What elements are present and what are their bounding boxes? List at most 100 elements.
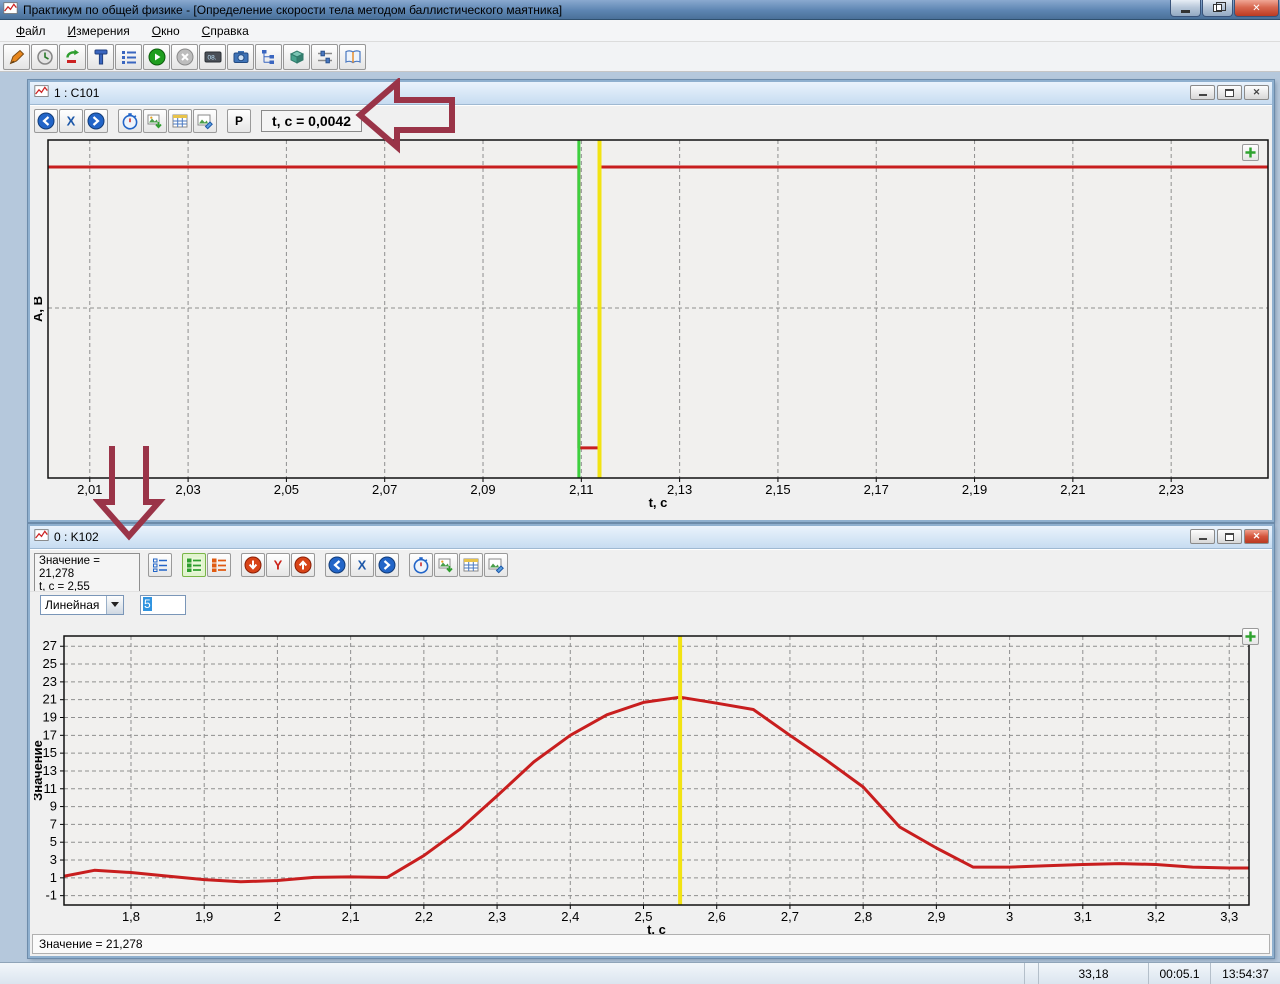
restore-button[interactable] xyxy=(1202,0,1233,17)
app-icon xyxy=(3,1,18,19)
snapshot-button[interactable] xyxy=(227,44,254,70)
scroll-left-button[interactable] xyxy=(34,109,58,133)
svg-text:2: 2 xyxy=(274,909,281,924)
svg-text:08.: 08. xyxy=(207,54,216,61)
k102-close-button[interactable]: ✕ xyxy=(1244,529,1269,544)
c101-minimize-button[interactable] xyxy=(1190,85,1215,100)
clear-button[interactable]: X xyxy=(59,109,83,133)
svg-text:t, c: t, c xyxy=(649,495,668,510)
c101-zoom-in-button[interactable] xyxy=(1242,144,1259,161)
combo-drop-button[interactable] xyxy=(106,596,123,614)
menu-window[interactable]: Окно xyxy=(145,22,187,40)
svg-text:2,3: 2,3 xyxy=(488,909,506,924)
svg-text:3,2: 3,2 xyxy=(1147,909,1165,924)
experiment-tree-button[interactable] xyxy=(255,44,282,70)
c101-restore-button[interactable] xyxy=(1217,85,1242,100)
tree-icon xyxy=(260,48,278,66)
svg-text:Y: Y xyxy=(274,558,283,573)
minimize-icon xyxy=(1199,94,1207,96)
svg-text:1,8: 1,8 xyxy=(122,909,140,924)
points-input-value: 5 xyxy=(143,597,152,611)
svg-text:2,23: 2,23 xyxy=(1159,482,1184,497)
camera-icon xyxy=(232,48,250,66)
svg-text:19: 19 xyxy=(43,710,57,725)
device-clock-button[interactable] xyxy=(31,44,58,70)
scroll-right-button[interactable] xyxy=(84,109,108,133)
k102-zoom-in-button[interactable] xyxy=(1242,628,1259,645)
data-table-button[interactable] xyxy=(459,553,483,577)
stopwatch-button[interactable] xyxy=(409,553,433,577)
chevron-down-icon xyxy=(111,602,119,607)
autoscale-y-button[interactable]: Y xyxy=(266,553,290,577)
stop-measurement-button[interactable] xyxy=(171,44,198,70)
c101-toolbar: XPt, c = 0,0042 xyxy=(30,105,1272,133)
points-input[interactable]: 5 xyxy=(140,595,186,615)
export-image-button[interactable] xyxy=(434,553,458,577)
display-panel-button[interactable]: 08. xyxy=(199,44,226,70)
minimize-icon xyxy=(1199,538,1207,540)
k102-plot[interactable]: 1,81,922,12,22,32,42,52,62,72,82,933,13,… xyxy=(34,626,1269,934)
menu-file[interactable]: Файл xyxy=(9,22,53,40)
k102-readout-panel: Значение = 21,278 t, c = 2,55 dt, c = 2,… xyxy=(34,553,140,595)
data-table-button[interactable] xyxy=(168,109,192,133)
arrow-right-circle-icon xyxy=(87,112,105,130)
options-list-button[interactable] xyxy=(115,44,142,70)
svg-text:17: 17 xyxy=(43,727,57,742)
start-measurement-button[interactable] xyxy=(143,44,170,70)
chart-window-icon xyxy=(34,528,49,546)
svg-text:3,3: 3,3 xyxy=(1220,909,1238,924)
export-image-button[interactable] xyxy=(143,109,167,133)
svg-text:2,1: 2,1 xyxy=(342,909,360,924)
close-button[interactable]: ✕ xyxy=(1234,0,1279,17)
c101-plot[interactable]: 2,012,032,052,072,092,112,132,152,172,19… xyxy=(34,137,1269,513)
menu-measurements[interactable]: Измерения xyxy=(61,22,137,40)
interpolation-select[interactable]: Линейная xyxy=(40,595,124,615)
scroll-left-button[interactable] xyxy=(325,553,349,577)
k102-options-row: Линейная 5 xyxy=(30,591,1272,617)
markers-green-button[interactable] xyxy=(182,553,206,577)
minimize-button[interactable] xyxy=(1170,0,1201,17)
k102-maximize-button[interactable] xyxy=(1217,529,1242,544)
restore-icon xyxy=(1225,89,1234,97)
close-icon: ✕ xyxy=(1253,531,1261,542)
list-icon xyxy=(120,48,138,66)
svg-text:2,9: 2,9 xyxy=(927,909,945,924)
svg-text:X: X xyxy=(358,558,367,573)
graph-settings-button[interactable] xyxy=(193,109,217,133)
pause-p-button[interactable]: P xyxy=(227,109,251,133)
display-icon: 08. xyxy=(204,48,222,66)
svg-text:2,19: 2,19 xyxy=(962,482,987,497)
c101-title-bar[interactable]: 1 : C101 ✕ xyxy=(30,82,1272,105)
svg-text:2,8: 2,8 xyxy=(854,909,872,924)
scale-down-button[interactable] xyxy=(241,553,265,577)
stopwatch-icon xyxy=(121,112,139,130)
menu-help[interactable]: Справка xyxy=(195,22,256,40)
mdi-area: 1 : C101 ✕ XPt, c = 0,0042 2,012,032,052… xyxy=(0,72,1280,962)
k102-title-bar[interactable]: 0 : K102 ✕ xyxy=(30,526,1272,549)
arrow-right-circle-icon xyxy=(378,556,396,574)
k102-minimize-button[interactable] xyxy=(1190,529,1215,544)
parameters-button[interactable] xyxy=(311,44,338,70)
svg-text:2,13: 2,13 xyxy=(667,482,692,497)
probe-button[interactable] xyxy=(3,44,30,70)
svg-text:1,9: 1,9 xyxy=(195,909,213,924)
scroll-right-button[interactable] xyxy=(375,553,399,577)
stopwatch-icon xyxy=(412,556,430,574)
stopwatch-button[interactable] xyxy=(118,109,142,133)
exit-undo-button[interactable] xyxy=(59,44,86,70)
graph-settings-button[interactable] xyxy=(484,553,508,577)
c101-close-button[interactable]: ✕ xyxy=(1244,85,1269,100)
svg-text:2,05: 2,05 xyxy=(274,482,299,497)
xletter-icon: X xyxy=(353,556,371,574)
svg-text:2,17: 2,17 xyxy=(864,482,889,497)
clear-button[interactable]: X xyxy=(350,553,374,577)
markers-orange-button[interactable] xyxy=(207,553,231,577)
help-book-button[interactable] xyxy=(339,44,366,70)
img-edit-icon xyxy=(487,556,505,574)
tools-button[interactable] xyxy=(87,44,114,70)
scale-up-button[interactable] xyxy=(291,553,315,577)
resources-button[interactable] xyxy=(283,44,310,70)
options-list-button[interactable] xyxy=(148,553,172,577)
svg-text:А, В: А, В xyxy=(34,296,45,322)
svg-text:3: 3 xyxy=(1006,909,1013,924)
